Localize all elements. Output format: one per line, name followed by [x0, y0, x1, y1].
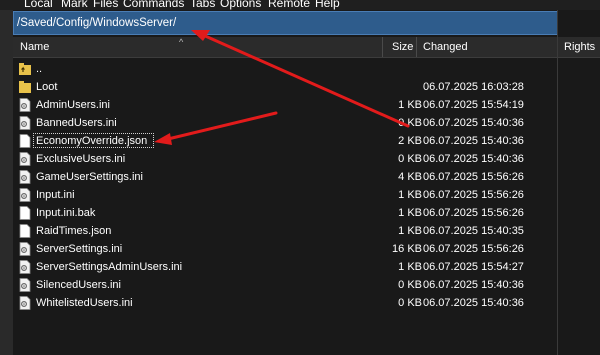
list-item[interactable]: Input.ini.bak 1 KB 06.07.2025 15:56:26	[13, 205, 557, 222]
file-name: ExclusiveUsers.ini	[36, 153, 126, 165]
file-changed: 06.07.2025 15:56:26	[423, 171, 524, 183]
list-item[interactable]: AdminUsers.ini 1 KB 06.07.2025 15:54:19	[13, 97, 557, 114]
file-size: 0 KB	[398, 153, 422, 165]
column-divider[interactable]	[416, 37, 417, 57]
file-name: GameUserSettings.ini	[36, 171, 143, 183]
column-header-name[interactable]: Name	[20, 41, 49, 53]
column-divider[interactable]	[382, 37, 383, 57]
file-size: 1 KB	[398, 207, 422, 219]
menu-commands[interactable]: Commands	[123, 0, 184, 10]
config-file-icon	[19, 98, 31, 112]
file-changed: 06.07.2025 15:56:26	[423, 207, 524, 219]
rights-column-divider	[557, 10, 558, 355]
file-size: 1 KB	[398, 261, 422, 273]
file-changed: 06.07.2025 15:40:36	[423, 135, 524, 147]
document-icon	[19, 134, 31, 148]
file-size: 16 KB	[392, 243, 422, 255]
file-name: SilencedUsers.ini	[36, 279, 121, 291]
file-size: 1 KB	[398, 225, 422, 237]
file-size: 4 KB	[398, 171, 422, 183]
list-item[interactable]: Loot 06.07.2025 16:03:28	[13, 79, 557, 96]
list-item[interactable]: GameUserSettings.ini 4 KB 06.07.2025 15:…	[13, 169, 557, 186]
file-size: 2 KB	[398, 135, 422, 147]
folder-icon	[19, 81, 31, 93]
list-item[interactable]: ServerSettings.ini 16 KB 06.07.2025 15:5…	[13, 241, 557, 258]
parent-folder-icon	[19, 63, 31, 75]
list-item[interactable]: ServerSettingsAdminUsers.ini 1 KB 06.07.…	[13, 259, 557, 276]
column-header-rights[interactable]: Rights	[564, 41, 595, 53]
file-name: ServerSettingsAdminUsers.ini	[36, 261, 183, 273]
file-changed: 06.07.2025 15:40:36	[423, 297, 524, 309]
list-item[interactable]: ExclusiveUsers.ini 0 KB 06.07.2025 15:40…	[13, 151, 557, 168]
list-item[interactable]: WhitelistedUsers.ini 0 KB 06.07.2025 15:…	[13, 295, 557, 312]
column-header-size[interactable]: Size	[392, 41, 413, 53]
menu-files[interactable]: Files	[93, 0, 118, 10]
file-size: 0 KB	[398, 117, 422, 129]
list-item[interactable]: RaidTimes.json 1 KB 06.07.2025 15:40:35	[13, 223, 557, 240]
config-file-icon	[19, 116, 31, 130]
file-size: 0 KB	[398, 297, 422, 309]
menu-options[interactable]: Options	[220, 0, 261, 10]
config-file-icon	[19, 260, 31, 274]
config-file-icon	[19, 170, 31, 184]
menu-remote[interactable]: Remote	[268, 0, 310, 10]
list-item[interactable]: SilencedUsers.ini 0 KB 06.07.2025 15:40:…	[13, 277, 557, 294]
menu-mark[interactable]: Mark	[61, 0, 88, 10]
list-item[interactable]: Input.ini 1 KB 06.07.2025 15:56:26	[13, 187, 557, 204]
file-name: ..	[36, 63, 43, 75]
document-icon	[19, 224, 31, 238]
file-name: BannedUsers.ini	[36, 117, 117, 129]
file-name: WhitelistedUsers.ini	[36, 297, 133, 309]
file-size: 1 KB	[398, 99, 422, 111]
document-icon	[19, 206, 31, 220]
focused-item-outline	[33, 133, 154, 148]
file-name: RaidTimes.json	[36, 225, 112, 237]
file-changed: 06.07.2025 15:54:27	[423, 261, 524, 273]
file-changed: 06.07.2025 15:40:36	[423, 279, 524, 291]
menu-local[interactable]: Local	[24, 0, 53, 10]
file-name: Input.ini	[36, 189, 75, 201]
config-file-icon	[19, 278, 31, 292]
file-changed: 06.07.2025 15:54:19	[423, 99, 524, 111]
menu-help[interactable]: Help	[315, 0, 340, 10]
column-header-row: Name ^ Size Changed Rights	[13, 37, 600, 58]
sort-ascending-icon: ^	[179, 37, 184, 47]
list-item[interactable]: BannedUsers.ini 0 KB 06.07.2025 15:40:36	[13, 115, 557, 132]
config-file-icon	[19, 188, 31, 202]
config-file-icon	[19, 296, 31, 310]
config-file-icon	[19, 242, 31, 256]
file-changed: 06.07.2025 15:40:35	[423, 225, 524, 237]
file-name: AdminUsers.ini	[36, 99, 110, 111]
menu-tabs[interactable]: Tabs	[190, 0, 215, 10]
file-size: 1 KB	[398, 189, 422, 201]
column-header-changed[interactable]: Changed	[423, 41, 468, 53]
menu-bar: Local Mark Files Commands Tabs Options R…	[0, 0, 600, 10]
file-name: Input.ini.bak	[36, 207, 96, 219]
left-panel-edge	[0, 10, 13, 355]
file-changed: 06.07.2025 16:03:28	[423, 81, 524, 93]
file-changed: 06.07.2025 15:56:26	[423, 243, 524, 255]
config-file-icon	[19, 152, 31, 166]
file-changed: 06.07.2025 15:40:36	[423, 117, 524, 129]
file-name: ServerSettings.ini	[36, 243, 123, 255]
file-name: Loot	[36, 81, 58, 93]
file-changed: 06.07.2025 15:40:36	[423, 153, 524, 165]
path-bar[interactable]: /Saved/Config/WindowsServer/	[13, 11, 558, 35]
current-path: /Saved/Config/WindowsServer/	[17, 17, 177, 29]
file-changed: 06.07.2025 15:56:26	[423, 189, 524, 201]
file-size: 0 KB	[398, 279, 422, 291]
list-item[interactable]: ..	[13, 61, 557, 78]
